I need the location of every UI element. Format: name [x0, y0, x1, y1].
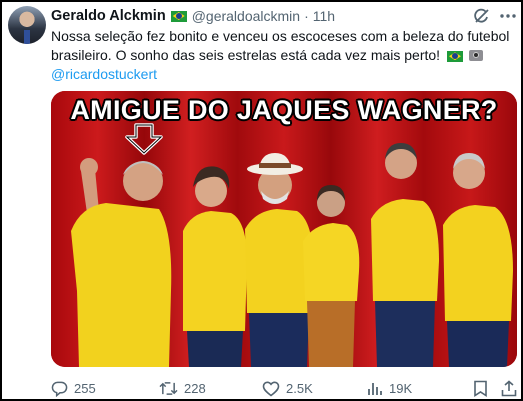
heart-icon — [262, 380, 280, 396]
tweet-header: Geraldo Alckmin @geraldoalckmin · 11h — [51, 7, 335, 25]
reply-icon — [51, 381, 68, 397]
camera-icon — [468, 50, 483, 61]
tweet-text: Nossa seleção fez bonito e venceu os esc… — [51, 27, 513, 84]
avatar[interactable] — [8, 6, 46, 44]
separator-dot: · — [304, 8, 309, 24]
author-handle[interactable]: @geraldoalckmin — [192, 8, 300, 24]
timestamp[interactable]: 11h — [313, 8, 335, 24]
tweet-card[interactable]: Geraldo Alckmin @geraldoalckmin · 11h No… — [0, 0, 523, 401]
bookmark-button[interactable] — [473, 378, 494, 398]
brazil-flag-icon — [170, 10, 187, 22]
retweet-icon — [159, 381, 178, 395]
mention-link[interactable]: @ricardostuckert — [51, 66, 157, 82]
share-icon — [501, 379, 517, 396]
grok-icon[interactable] — [473, 7, 491, 25]
photo-scene — [51, 91, 517, 367]
tweet-photo[interactable]: AMIGUE DO JAQUES WAGNER? — [51, 91, 517, 367]
brazil-flag-icon — [446, 50, 463, 62]
views-chart-icon — [368, 383, 382, 395]
retweet-button[interactable]: 228 — [159, 378, 206, 398]
reply-count: 255 — [74, 380, 96, 396]
bookmark-icon — [474, 380, 487, 397]
more-options-icon[interactable] — [498, 7, 518, 25]
share-button[interactable] — [501, 378, 523, 398]
views-button[interactable]: 19K — [367, 378, 412, 398]
image-caption: AMIGUE DO JAQUES WAGNER? — [70, 95, 498, 125]
tweet-actions: 255 228 2.5K 19K — [51, 378, 519, 398]
tweet-body: Nossa seleção fez bonito e venceu os esc… — [51, 28, 510, 63]
retweet-count: 228 — [184, 380, 206, 396]
view-count: 19K — [389, 380, 413, 396]
author-name[interactable]: Geraldo Alckmin — [51, 8, 166, 24]
like-button[interactable]: 2.5K — [262, 378, 313, 398]
reply-button[interactable]: 255 — [51, 378, 96, 398]
like-count: 2.5K — [286, 380, 313, 396]
